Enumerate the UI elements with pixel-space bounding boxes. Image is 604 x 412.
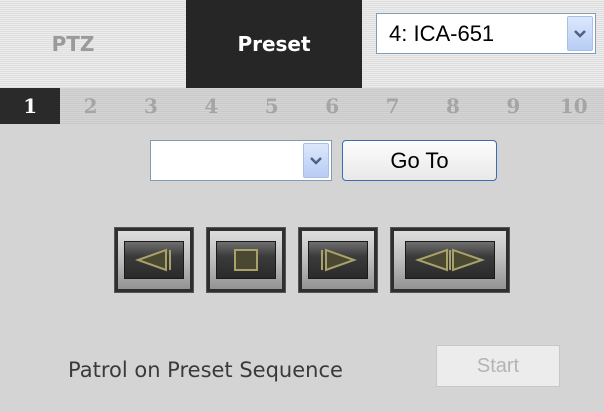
prev-icon [135, 248, 171, 272]
preset-number-tab[interactable]: 8 [423, 88, 483, 124]
next-preset-button[interactable] [298, 227, 378, 293]
preset-number-tab[interactable]: 6 [302, 88, 362, 124]
prev-next-button[interactable] [390, 227, 510, 293]
button-face [216, 241, 276, 279]
start-patrol-button[interactable]: Start [436, 345, 560, 387]
camera-select[interactable]: 4: ICA-651 [376, 13, 596, 54]
preset-number-tabs: 1 2 3 4 5 6 7 8 9 10 [0, 88, 604, 124]
preset-number-tab[interactable]: 9 [483, 88, 543, 124]
preset-select[interactable] [150, 140, 332, 181]
chevron-down-glyph [574, 29, 586, 38]
goto-button-label: Go To [390, 147, 449, 173]
preset-number-tab[interactable]: 4 [181, 88, 241, 124]
start-button-label: Start [476, 354, 520, 377]
button-face [405, 241, 495, 279]
button-face [308, 241, 368, 279]
previous-preset-button[interactable] [114, 227, 194, 293]
next-icon [320, 248, 357, 272]
prev-next-icon [414, 248, 485, 272]
stop-patrol-button[interactable] [206, 227, 286, 293]
patrol-label: Patrol on Preset Sequence [68, 358, 343, 382]
preset-number-tab[interactable]: 7 [362, 88, 422, 124]
button-face [124, 241, 184, 279]
goto-button[interactable]: Go To [342, 140, 497, 181]
tab-ptz-label: PTZ [51, 32, 95, 56]
chevron-down-icon[interactable] [567, 16, 593, 51]
tab-ptz[interactable]: PTZ [0, 0, 186, 88]
chevron-down-icon[interactable] [303, 143, 329, 178]
camera-select-value: 4: ICA-651 [389, 20, 495, 46]
preset-number-tab[interactable]: 3 [121, 88, 181, 124]
top-tab-bar: PTZ Preset 4: ICA-651 [0, 0, 604, 88]
preset-number-tab[interactable]: 2 [60, 88, 120, 124]
ptz-preset-panel: PTZ Preset 4: ICA-651 1 2 3 4 5 6 7 8 9 10 Go To [0, 0, 604, 412]
tab-preset[interactable]: Preset [186, 0, 362, 88]
preset-number-tab[interactable]: 10 [544, 88, 604, 124]
tab-preset-label: Preset [237, 32, 311, 56]
preset-number-tab[interactable]: 5 [242, 88, 302, 124]
preset-number-tab[interactable]: 1 [0, 88, 61, 124]
chevron-down-glyph [310, 156, 322, 165]
stop-icon [233, 248, 258, 271]
